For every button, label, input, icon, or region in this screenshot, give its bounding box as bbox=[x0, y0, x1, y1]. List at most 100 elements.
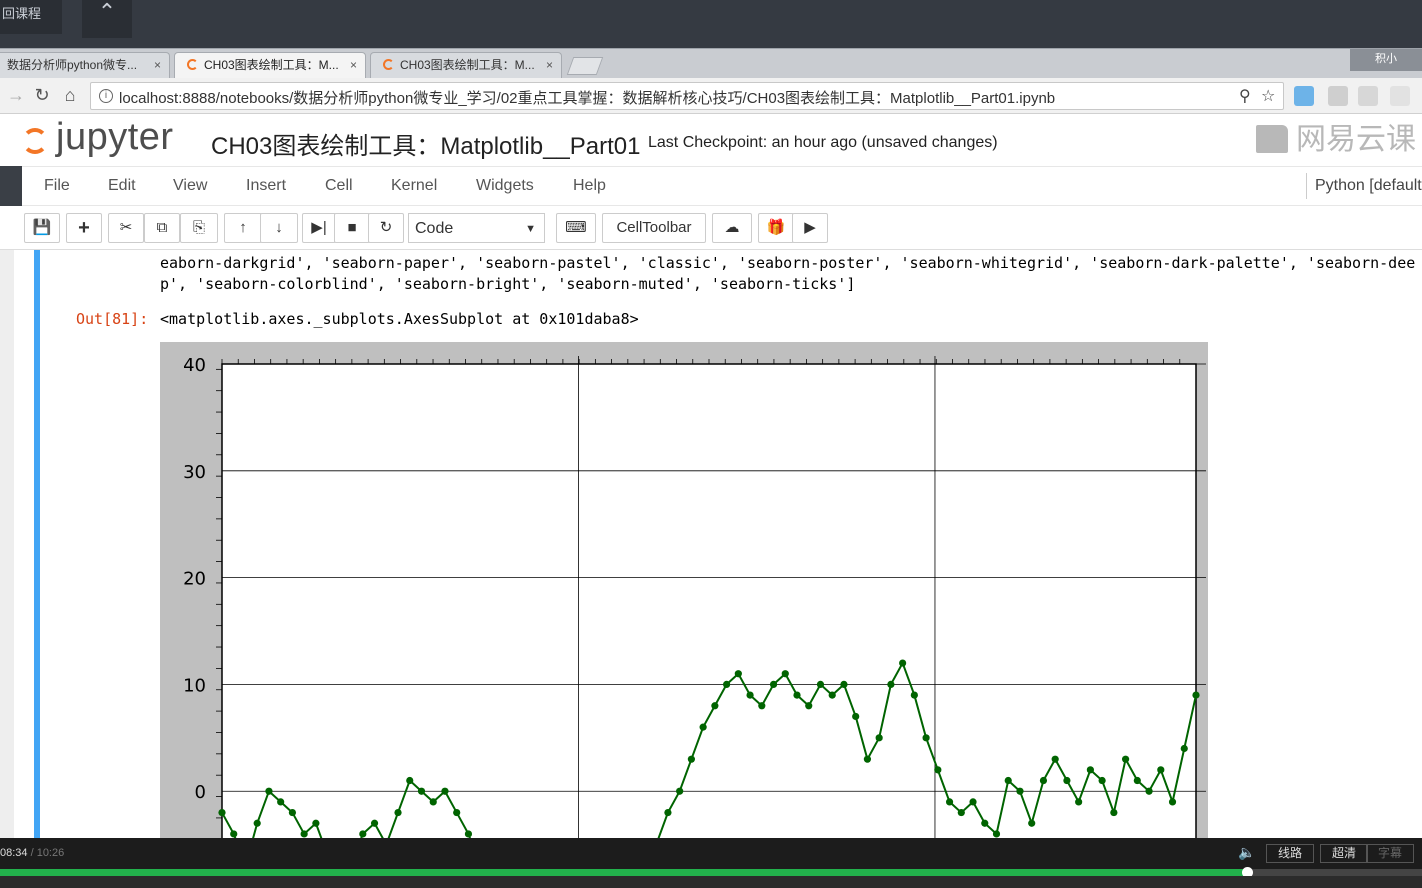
volume-icon[interactable]: 🔈 bbox=[1238, 844, 1255, 861]
quality-button[interactable]: 超清 bbox=[1320, 844, 1368, 863]
url-text[interactable]: localhost:8888/notebooks/数据分析师python微专业_… bbox=[119, 87, 1055, 108]
close-icon[interactable]: × bbox=[546, 53, 553, 77]
data-point bbox=[265, 787, 273, 795]
zoom-icon[interactable]: ⚲ bbox=[1239, 86, 1251, 106]
data-point bbox=[769, 680, 778, 689]
browser-tab-active[interactable]: CH03图表绘制工具：M... × bbox=[174, 52, 366, 79]
y-tick-label: 40 bbox=[183, 355, 206, 376]
browser-tab[interactable]: 数据分析师python微专... × bbox=[0, 52, 170, 79]
extension-icon[interactable] bbox=[1294, 86, 1314, 106]
back-to-course-button[interactable]: 回课程 bbox=[0, 0, 62, 34]
menu-widgets[interactable]: Widgets bbox=[476, 177, 534, 195]
data-point bbox=[1098, 776, 1106, 785]
youtube-icon[interactable]: ▶ bbox=[792, 213, 828, 243]
data-point bbox=[840, 680, 848, 689]
progress-bar[interactable] bbox=[0, 867, 1422, 878]
window-control[interactable]: 积小 bbox=[1350, 49, 1422, 71]
cloud-upload-icon[interactable]: ☁ bbox=[712, 213, 752, 243]
data-point bbox=[899, 659, 907, 667]
extension-icon[interactable] bbox=[1328, 86, 1348, 106]
menu-kernel[interactable]: Kernel bbox=[391, 177, 437, 195]
gift-icon[interactable]: 🎁 bbox=[758, 213, 794, 243]
close-icon[interactable]: × bbox=[154, 53, 161, 77]
star-icon[interactable]: ☆ bbox=[1261, 86, 1275, 106]
menu-help[interactable]: Help bbox=[573, 177, 606, 195]
data-point bbox=[1086, 766, 1094, 774]
data-point bbox=[687, 755, 695, 763]
data-point bbox=[253, 819, 261, 827]
data-point bbox=[852, 712, 860, 721]
celltoolbar-button[interactable]: CellToolbar bbox=[602, 213, 706, 243]
data-point bbox=[1028, 819, 1036, 827]
restart-icon[interactable]: ↻ bbox=[368, 213, 404, 243]
data-point bbox=[277, 798, 285, 806]
menu-cell[interactable]: Cell bbox=[325, 177, 353, 195]
jupyter-favicon-icon bbox=[383, 59, 394, 70]
data-point bbox=[429, 798, 437, 806]
run-cell-icon[interactable]: ▶| bbox=[302, 213, 336, 243]
cell-selection-bar bbox=[34, 250, 40, 838]
watermark-text: 网易云课 bbox=[1296, 123, 1416, 156]
paste-icon[interactable]: ⎘ bbox=[180, 213, 218, 243]
keyboard-icon[interactable]: ⌨ bbox=[556, 213, 596, 243]
menu-edit[interactable]: Edit bbox=[108, 177, 136, 195]
save-icon[interactable]: 💾 bbox=[24, 213, 60, 243]
menu-file[interactable]: File bbox=[44, 177, 70, 195]
data-point bbox=[1168, 798, 1177, 806]
extension-icon[interactable] bbox=[1390, 86, 1410, 106]
menu-insert[interactable]: Insert bbox=[246, 177, 286, 195]
browser-tab[interactable]: CH03图表绘制工具：M... × bbox=[370, 52, 562, 79]
output-prompt: Out[81]: bbox=[76, 310, 149, 328]
close-icon[interactable]: × bbox=[350, 53, 357, 77]
route-button[interactable]: 线路 bbox=[1266, 844, 1314, 863]
data-point bbox=[793, 691, 801, 699]
cut-icon[interactable]: ✂ bbox=[108, 213, 144, 243]
chevron-up-icon[interactable]: ⌃ bbox=[82, 0, 132, 38]
reload-icon[interactable]: ↻ bbox=[30, 84, 54, 108]
notebook-title[interactable]: CH03图表绘制工具：Matplotlib__Part01 bbox=[211, 126, 640, 161]
chevron-down-icon: ▼ bbox=[525, 223, 536, 235]
data-point bbox=[300, 830, 308, 838]
stop-icon[interactable]: ■ bbox=[334, 213, 370, 243]
menu-bar: File Edit View Insert Cell Kernel Widget… bbox=[22, 166, 1422, 206]
data-point bbox=[676, 787, 684, 795]
home-icon[interactable]: ⌂ bbox=[58, 84, 82, 108]
line-chart: 40 30 20 10 0 bbox=[183, 355, 1206, 838]
data-point bbox=[781, 670, 789, 678]
data-point bbox=[734, 670, 742, 678]
copy-icon[interactable]: ⧉ bbox=[144, 213, 180, 243]
data-point bbox=[1039, 776, 1048, 785]
subtitle-button[interactable]: 字幕 bbox=[1366, 844, 1414, 863]
menu-view[interactable]: View bbox=[173, 177, 207, 195]
kernel-indicator[interactable]: Python [default bbox=[1306, 173, 1422, 199]
data-point bbox=[394, 808, 402, 817]
new-tab-button[interactable] bbox=[566, 57, 604, 75]
output-styles-line: eaborn-darkgrid', 'seaborn-paper', 'seab… bbox=[160, 254, 1416, 272]
extension-icon[interactable] bbox=[1358, 86, 1378, 106]
data-point bbox=[805, 702, 813, 710]
insert-cell-icon[interactable]: + bbox=[66, 213, 102, 243]
cell-type-select[interactable]: Code ▼ bbox=[408, 213, 545, 243]
data-point bbox=[1192, 691, 1200, 699]
move-down-icon[interactable]: ↓ bbox=[260, 213, 298, 243]
watermark: 网易云课 bbox=[1256, 114, 1416, 158]
time-total: / 10:26 bbox=[27, 847, 65, 859]
cell-type-value: Code bbox=[415, 220, 454, 237]
y-tick-label: 10 bbox=[183, 675, 206, 696]
jupyter-header: jupyter CH03图表绘制工具：Matplotlib__Part01 La… bbox=[0, 114, 1422, 166]
data-point bbox=[1121, 755, 1130, 763]
data-point bbox=[887, 680, 895, 689]
data-point bbox=[1051, 755, 1059, 763]
data-point bbox=[945, 798, 954, 806]
data-point bbox=[288, 808, 297, 817]
browser-navbar: → ↻ ⌂ i localhost:8888/notebooks/数据分析师py… bbox=[0, 78, 1422, 114]
y-tick-label: 30 bbox=[183, 462, 206, 483]
back-arrow-icon[interactable]: → bbox=[4, 84, 28, 108]
address-bar[interactable]: i localhost:8888/notebooks/数据分析师python微专… bbox=[90, 82, 1284, 110]
data-point bbox=[816, 680, 825, 689]
output-styles-line: p', 'seaborn-colorblind', 'seaborn-brigh… bbox=[160, 275, 856, 293]
data-point bbox=[910, 691, 918, 699]
move-up-icon[interactable]: ↑ bbox=[224, 213, 262, 243]
info-icon[interactable]: i bbox=[99, 89, 113, 103]
data-point bbox=[406, 776, 414, 785]
